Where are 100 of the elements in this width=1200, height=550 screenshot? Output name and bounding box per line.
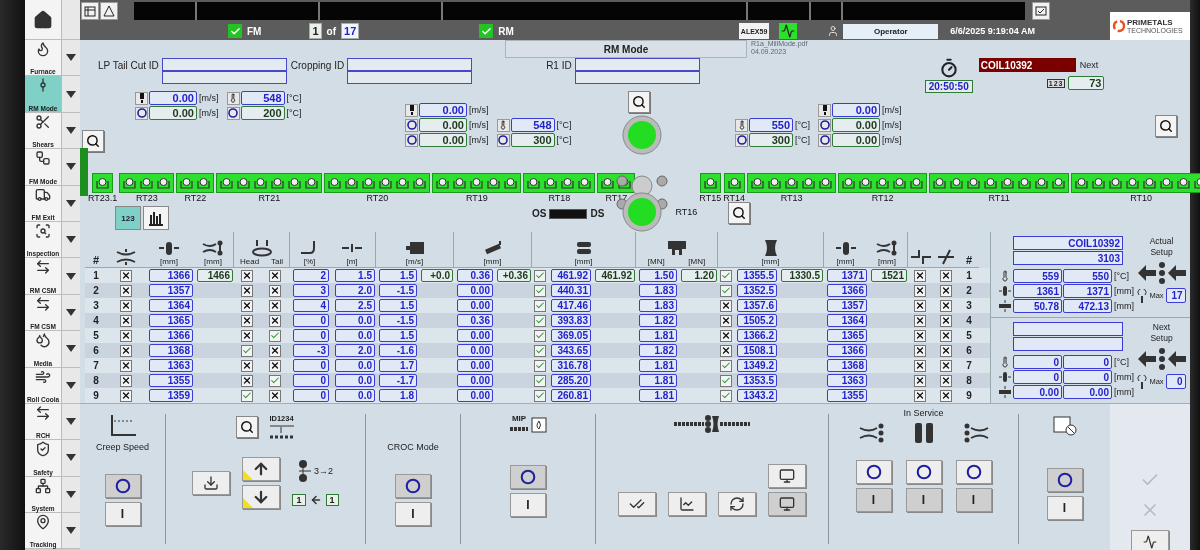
id-field[interactable] <box>574 71 700 84</box>
check-mark[interactable] <box>720 284 732 297</box>
dropdown-button[interactable] <box>62 221 80 258</box>
cross-mark[interactable] <box>914 374 926 387</box>
cross-mark[interactable] <box>720 329 732 342</box>
search-button[interactable] <box>235 415 258 438</box>
alarm-button[interactable] <box>100 2 118 20</box>
cross-mark[interactable] <box>720 314 732 327</box>
cross-mark[interactable] <box>914 314 926 327</box>
on-button[interactable]: I <box>510 493 546 517</box>
off-button[interactable] <box>104 474 141 498</box>
search-button[interactable] <box>628 91 650 113</box>
check-mark[interactable] <box>534 269 546 282</box>
cross-mark[interactable] <box>241 269 253 282</box>
cross-mark[interactable] <box>120 284 132 297</box>
cross-mark[interactable] <box>120 344 132 357</box>
dropdown-button[interactable] <box>62 40 80 76</box>
check-mark[interactable] <box>534 284 546 297</box>
check-mark[interactable] <box>534 329 546 342</box>
cross-mark[interactable] <box>269 299 281 312</box>
cross-mark[interactable] <box>120 269 132 282</box>
off-button[interactable] <box>855 460 892 484</box>
cross-mark[interactable] <box>269 284 281 297</box>
on-button[interactable]: I <box>104 502 141 526</box>
id-field[interactable] <box>347 58 473 71</box>
cross-mark[interactable] <box>120 374 132 387</box>
cross-mark[interactable] <box>914 269 926 282</box>
cross-mark[interactable] <box>914 299 926 312</box>
cross-mark[interactable] <box>940 389 952 402</box>
dropdown-button[interactable] <box>62 258 80 294</box>
cross-mark[interactable] <box>914 329 926 342</box>
off-button[interactable] <box>395 474 431 498</box>
diagnostics-button[interactable] <box>1131 530 1169 550</box>
cross-mark[interactable] <box>269 344 281 357</box>
id-field[interactable] <box>161 58 287 71</box>
view-toggle[interactable]: 123 <box>115 206 141 230</box>
checkbox[interactable] <box>228 24 242 38</box>
cross-mark[interactable] <box>269 389 281 402</box>
cross-mark[interactable] <box>720 344 732 357</box>
dropdown-button[interactable] <box>62 185 80 221</box>
check-mark[interactable] <box>534 299 546 312</box>
on-button[interactable]: I <box>955 488 992 512</box>
check-mark[interactable] <box>269 329 281 342</box>
dropdown-button[interactable] <box>62 76 80 112</box>
check-mark[interactable] <box>534 314 546 327</box>
dropdown-button[interactable] <box>62 403 80 440</box>
dropdown-button[interactable] <box>62 294 80 331</box>
dropdown-button[interactable] <box>62 331 80 367</box>
check-mark[interactable] <box>720 374 732 387</box>
cross-mark[interactable] <box>120 389 132 402</box>
cross-mark[interactable] <box>940 359 952 372</box>
off-button[interactable] <box>510 465 546 489</box>
id-field[interactable] <box>574 58 700 71</box>
cross-mark[interactable] <box>241 299 253 312</box>
sync-button[interactable] <box>768 492 806 516</box>
id-field[interactable] <box>347 71 473 84</box>
cross-mark[interactable] <box>940 299 952 312</box>
confirm-all-button[interactable] <box>618 492 656 516</box>
chart-check-button[interactable] <box>668 492 706 516</box>
search-button[interactable] <box>728 202 750 224</box>
on-button[interactable]: I <box>395 502 431 526</box>
dropdown-button[interactable] <box>62 513 80 549</box>
dropdown-button[interactable] <box>62 440 80 476</box>
check-mark[interactable] <box>269 374 281 387</box>
check-mark[interactable] <box>720 389 732 402</box>
check-mark[interactable] <box>534 344 546 357</box>
check-mark[interactable] <box>720 359 732 372</box>
cross-mark[interactable] <box>940 374 952 387</box>
cross-mark[interactable] <box>120 314 132 327</box>
id-field[interactable] <box>161 71 287 84</box>
cross-mark[interactable] <box>720 299 732 312</box>
cross-mark[interactable] <box>120 359 132 372</box>
cross-mark[interactable] <box>120 329 132 342</box>
cross-mark[interactable] <box>914 389 926 402</box>
cross-mark[interactable] <box>241 329 253 342</box>
on-button[interactable]: I <box>1046 496 1083 520</box>
check-mark[interactable] <box>241 389 253 402</box>
dropdown-button[interactable] <box>62 112 80 149</box>
on-button[interactable]: I <box>855 488 892 512</box>
off-button[interactable] <box>1046 468 1083 492</box>
cross-mark[interactable] <box>940 284 952 297</box>
cross-mark[interactable] <box>120 299 132 312</box>
cross-mark[interactable] <box>914 344 926 357</box>
cross-mark[interactable] <box>940 344 952 357</box>
off-button[interactable] <box>955 460 992 484</box>
view-toggle[interactable] <box>143 206 169 230</box>
search-button[interactable] <box>82 130 104 152</box>
report-button[interactable] <box>1032 2 1050 20</box>
move-down-button[interactable] <box>242 485 281 509</box>
move-up-button[interactable] <box>242 457 281 481</box>
cross-mark[interactable] <box>940 269 952 282</box>
home-button[interactable] <box>25 0 62 39</box>
cross-mark[interactable] <box>269 359 281 372</box>
refresh-button[interactable] <box>718 492 756 516</box>
dropdown-button[interactable] <box>62 476 80 513</box>
check-mark[interactable] <box>241 344 253 357</box>
off-button[interactable] <box>905 460 942 484</box>
cross-mark[interactable] <box>914 359 926 372</box>
check-mark[interactable] <box>534 359 546 372</box>
maintenance-button[interactable] <box>768 464 806 488</box>
